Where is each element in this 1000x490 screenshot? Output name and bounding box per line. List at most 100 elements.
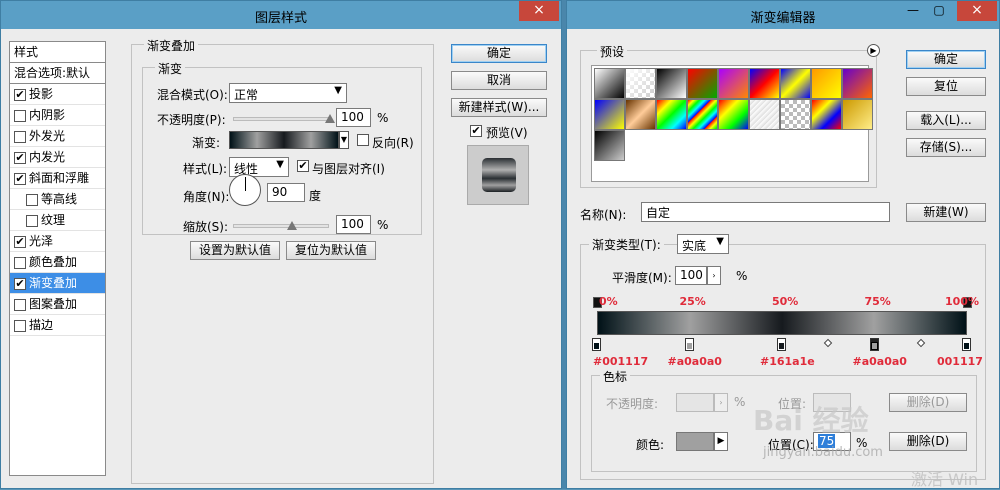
angle-input[interactable]: 90 [267,183,305,202]
delete-color-stop-button[interactable]: 删除(D) [889,432,967,451]
preset-swatch[interactable] [594,130,625,161]
set-default-button[interactable]: 设置为默认值 [190,241,280,260]
color-stop[interactable] [962,338,971,351]
editor-ok-button[interactable]: 确定 [906,50,986,69]
gradient-overlay-group: 渐变叠加 渐变 混合模式(O): 正常 ▼ 不透明度(P): 100 % 渐变: … [131,37,434,484]
stop-opacity-stepper[interactable]: › [714,393,728,412]
reset-default-button[interactable]: 复位为默认值 [286,241,376,260]
preset-swatch[interactable] [842,68,873,99]
stop-color-label: #a0a0a0 [667,355,722,368]
smoothness-stepper[interactable]: › [707,266,721,285]
style-item-checkbox[interactable]: ✔ [14,88,26,101]
style-item[interactable]: ✔ 斜面和浮雕 [10,168,105,189]
style-item-checkbox[interactable]: ✔ [14,277,26,290]
preset-swatch[interactable] [656,68,687,99]
style-item-checkbox[interactable] [14,256,26,269]
blend-options-item[interactable]: 混合选项:默认 [10,63,105,84]
style-item[interactable]: 内阴影 [10,105,105,126]
style-item-checkbox[interactable] [14,109,26,122]
gradient-preview[interactable] [229,131,339,149]
style-item-checkbox[interactable] [14,319,26,332]
preset-swatch[interactable] [811,99,842,130]
reverse-checkbox[interactable] [357,134,369,146]
gradient-bar-area: 0% 25% 50% 75% 100% #001117 #a0a0a0 #161a1e #a0a… [592,293,983,383]
preset-swatch[interactable] [780,99,811,130]
preset-swatch[interactable] [842,99,873,130]
style-item[interactable]: ✔ 渐变叠加 [10,273,105,294]
midpoint-diamond[interactable] [824,338,833,348]
gradient-dropdown-button[interactable]: ▼ [339,131,349,149]
preset-swatch[interactable] [687,99,718,130]
style-item[interactable]: ✔ 投影 [10,84,105,105]
opacity-slider[interactable] [233,114,335,123]
stop-color-swatch[interactable] [676,432,714,451]
color-stop[interactable] [592,338,601,351]
preview-checkbox[interactable]: ✔ [470,125,482,137]
align-with-layer-checkbox[interactable]: ✔ [297,160,309,172]
new-style-button[interactable]: 新建样式(W)... [451,98,547,117]
blend-mode-select[interactable]: 正常 ▼ [229,83,347,103]
presets-menu-icon[interactable]: ▶ [867,44,880,57]
stop-opacity-input[interactable] [676,393,714,412]
opacity-input[interactable]: 100 [336,108,371,127]
style-item-checkbox[interactable]: ✔ [14,235,26,248]
gradient-type-select[interactable]: 实底 ▼ [677,234,729,254]
stop-color-label: 001117 [937,355,983,368]
style-item-checkbox[interactable]: ✔ [14,151,26,164]
style-item-checkbox[interactable] [26,193,38,206]
style-item-label: 颜色叠加 [29,255,78,269]
editor-close-button[interactable]: × [957,1,997,21]
color-stop[interactable] [684,338,694,351]
style-item-checkbox[interactable] [14,130,26,143]
preset-swatch[interactable] [656,99,687,130]
style-list-header[interactable]: 样式 [10,42,105,63]
opacity-slider-thumb[interactable] [325,114,335,123]
editor-reset-button[interactable]: 复位 [906,77,986,96]
color-stops-label: 色标 [600,368,631,385]
style-item[interactable]: 外发光 [10,126,105,147]
style-select[interactable]: 线性 ▼ [229,157,289,177]
preset-swatch[interactable] [625,99,656,130]
style-item[interactable]: 纹理 [10,210,105,231]
preset-swatch[interactable] [718,68,749,99]
style-item[interactable]: 颜色叠加 [10,252,105,273]
save-button[interactable]: 存储(S)... [906,138,986,157]
preset-swatch[interactable] [687,68,718,99]
style-item-checkbox[interactable]: ✔ [14,172,26,185]
preset-swatch[interactable] [594,99,625,130]
preset-swatch[interactable] [718,99,749,130]
style-item[interactable]: 图案叠加 [10,294,105,315]
preset-swatch[interactable] [811,68,842,99]
preset-swatch[interactable] [625,68,656,99]
cancel-button[interactable]: 取消 [451,71,547,90]
location-percent-label: 75% [864,295,891,308]
scale-slider-thumb[interactable] [286,221,297,230]
style-item-checkbox[interactable] [14,298,26,311]
angle-dial[interactable] [229,174,261,206]
new-gradient-button[interactable]: 新建(W) [906,203,986,222]
smoothness-input[interactable]: 100 [675,266,707,285]
style-item-checkbox[interactable] [26,214,38,227]
delete-opacity-stop-button[interactable]: 删除(D) [889,393,967,412]
load-button[interactable]: 载入(L)... [906,111,986,130]
preset-swatch[interactable] [749,99,780,130]
maximize-icon[interactable]: ▢ [929,3,949,19]
color-stop[interactable] [777,338,786,351]
stop-color-menu[interactable]: ▶ [714,432,728,451]
ok-button[interactable]: 确定 [451,44,547,63]
scale-slider[interactable] [233,221,329,230]
close-button[interactable]: × [519,1,559,21]
style-item[interactable]: 等高线 [10,189,105,210]
minimize-icon[interactable]: — [903,3,923,19]
preset-swatch[interactable] [594,68,625,99]
name-input[interactable]: 自定 [641,202,890,222]
preset-swatch[interactable] [749,68,780,99]
color-stop[interactable] [869,338,879,351]
style-item[interactable]: ✔ 内发光 [10,147,105,168]
scale-input[interactable]: 100 [336,215,371,234]
preset-swatch[interactable] [780,68,811,99]
midpoint-diamond[interactable] [916,338,925,348]
gradient-bar[interactable] [597,311,967,335]
style-item[interactable]: 描边 [10,315,105,336]
style-item[interactable]: ✔ 光泽 [10,231,105,252]
